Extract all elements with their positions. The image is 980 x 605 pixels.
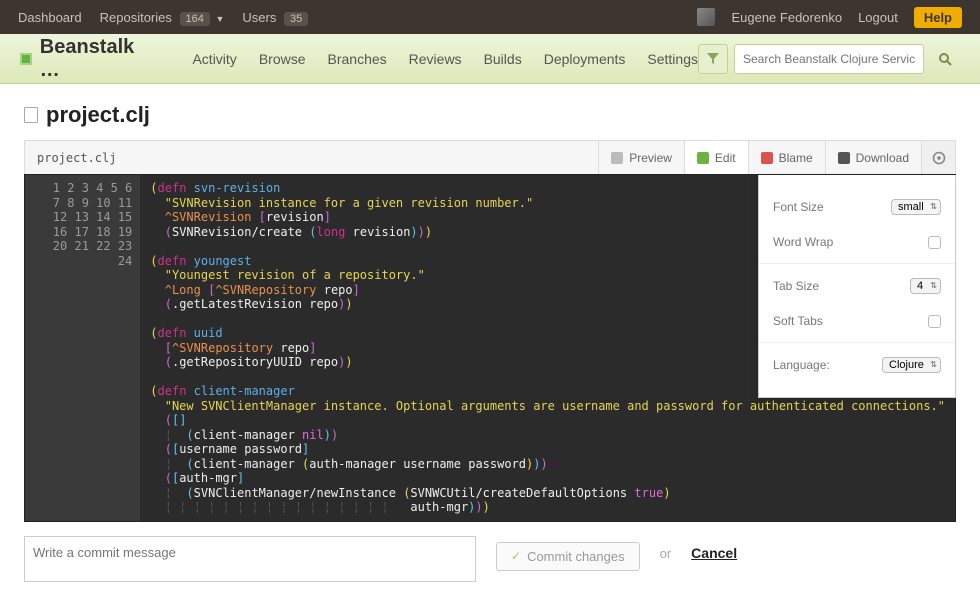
commit-button-label: Commit changes [527, 549, 625, 564]
word-wrap-checkbox[interactable] [928, 236, 941, 249]
file-path: project.clj [25, 151, 598, 165]
nav-dashboard[interactable]: Dashboard [18, 10, 82, 25]
repo-title-text: Beanstalk … [40, 36, 157, 82]
nav-repositories[interactable]: Repositories 164 ▼ [100, 10, 225, 25]
edit-icon [697, 152, 709, 164]
commit-message-input[interactable] [24, 536, 476, 582]
preview-button[interactable]: Preview [598, 141, 684, 174]
editor-settings-popover: Font Size small Word Wrap Tab Size 4 Sof… [758, 175, 956, 398]
tab-deployments[interactable]: Deployments [544, 51, 626, 67]
page-title: project.clj [46, 102, 150, 128]
check-icon: ✓ [511, 549, 521, 563]
language-select[interactable]: Clojure [882, 357, 941, 373]
help-button[interactable]: Help [914, 7, 962, 28]
tab-activity[interactable]: Activity [192, 51, 236, 67]
repo-count-badge: 164 [180, 12, 210, 26]
download-label: Download [856, 151, 909, 165]
download-icon [838, 152, 850, 164]
word-wrap-label: Word Wrap [773, 235, 833, 249]
tab-browse[interactable]: Browse [259, 51, 306, 67]
search-button[interactable] [930, 44, 960, 74]
avatar[interactable] [697, 8, 715, 26]
blame-label: Blame [779, 151, 813, 165]
username-link[interactable]: Eugene Fedorenko [731, 10, 842, 25]
search-input[interactable] [734, 44, 924, 74]
settings-gear-button[interactable] [921, 141, 955, 174]
preview-icon [611, 152, 623, 164]
download-button[interactable]: Download [825, 141, 921, 174]
preview-label: Preview [629, 151, 672, 165]
funnel-icon [707, 53, 719, 65]
nav-users[interactable]: Users 35 [242, 10, 308, 25]
commit-changes-button[interactable]: ✓ Commit changes [496, 542, 640, 571]
edit-label: Edit [715, 151, 736, 165]
tab-reviews[interactable]: Reviews [409, 51, 462, 67]
font-size-label: Font Size [773, 200, 824, 214]
tab-branches[interactable]: Branches [328, 51, 387, 67]
nav-users-label: Users [242, 10, 276, 25]
language-label: Language: [773, 358, 830, 372]
tab-size-select[interactable]: 4 [910, 278, 941, 294]
blame-icon [761, 152, 773, 164]
or-text: or [660, 546, 672, 561]
edit-button[interactable]: Edit [684, 141, 748, 174]
gear-icon [932, 151, 946, 165]
tab-size-label: Tab Size [773, 279, 819, 293]
repo-title[interactable]: Beanstalk … [20, 36, 156, 82]
search-icon [938, 52, 952, 66]
user-count-badge: 35 [284, 12, 308, 26]
font-size-select[interactable]: small [891, 199, 941, 215]
tab-settings[interactable]: Settings [647, 51, 698, 67]
filter-button[interactable] [698, 44, 728, 74]
blame-button[interactable]: Blame [748, 141, 825, 174]
soft-tabs-checkbox[interactable] [928, 315, 941, 328]
file-icon [24, 107, 38, 123]
line-number-gutter: 1 2 3 4 5 6 7 8 9 10 11 12 13 14 15 16 1… [25, 175, 140, 521]
cancel-link[interactable]: Cancel [691, 545, 737, 561]
repo-indicator-icon [20, 53, 32, 65]
tab-builds[interactable]: Builds [484, 51, 522, 67]
soft-tabs-label: Soft Tabs [773, 314, 823, 328]
logout-link[interactable]: Logout [858, 10, 898, 25]
chevron-down-icon: ▼ [215, 14, 224, 24]
nav-repositories-label: Repositories [100, 10, 172, 25]
